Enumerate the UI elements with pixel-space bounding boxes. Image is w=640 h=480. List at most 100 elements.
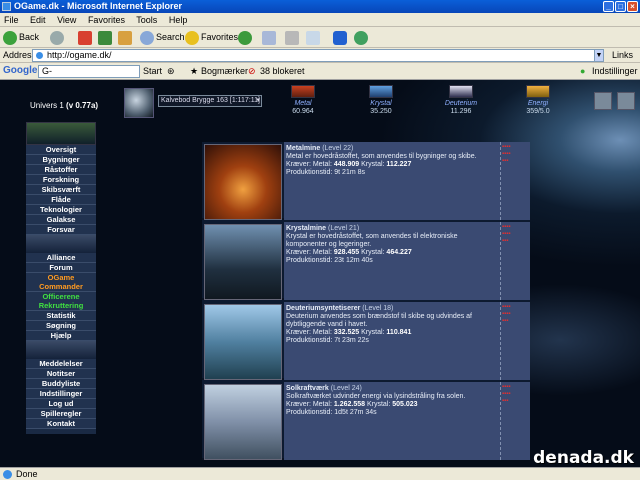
menu-item-ogame-commander[interactable]: OGame Commander: [26, 273, 96, 292]
search-button[interactable]: Search: [140, 29, 185, 46]
address-dropdown-button[interactable]: ▼: [594, 49, 604, 62]
menu-item-spilleregler[interactable]: Spilleregler: [26, 409, 96, 419]
krystalmine-image[interactable]: [204, 224, 282, 300]
print-button[interactable]: [285, 29, 301, 46]
messenger-button[interactable]: [354, 29, 370, 46]
menu-item-kontakt[interactable]: Kontakt: [26, 419, 96, 429]
bookmarks-button[interactable]: Bogmærker: [201, 66, 248, 76]
building-info: Krystalmine (Level 21) Krystal er hovedr…: [284, 222, 500, 300]
maximize-button[interactable]: □: [615, 1, 626, 12]
ie-icon: [2, 2, 11, 11]
popup-blocked-icon: ⊘: [248, 66, 256, 76]
universe-label: Univers 1 (v 0.77a): [30, 101, 99, 110]
building-name[interactable]: Krystalmine: [286, 225, 326, 232]
building-name[interactable]: Metalmine: [286, 145, 320, 152]
menu-item-teknologier[interactable]: Teknologier: [26, 205, 96, 215]
menu-item-meddelelser[interactable]: Meddelelser: [26, 359, 96, 369]
menu-item-log-ud[interactable]: Log ud: [26, 399, 96, 409]
menu-item-bygninger[interactable]: Bygninger: [26, 155, 96, 165]
menu-item-skibsværft[interactable]: Skibsværft: [26, 185, 96, 195]
forward-button[interactable]: [50, 29, 66, 46]
window-title: OGame.dk - Microsoft Internet Explorer: [14, 1, 183, 11]
google-start-button[interactable]: Start: [143, 66, 162, 76]
menu-favorites[interactable]: Favorites: [88, 15, 125, 25]
mail-button[interactable]: [262, 29, 278, 46]
deuterium-icon: [449, 85, 473, 98]
menu-file[interactable]: File: [4, 15, 19, 25]
google-search-icon[interactable]: ⊛: [167, 66, 175, 77]
building-row: Krystalmine (Level 21) Krystal er hovedr…: [202, 222, 530, 300]
refresh-icon: [98, 30, 112, 45]
left-menu: Oversigt Bygninger Råstoffer Forskning Skibs…: [26, 122, 96, 434]
menu-item-hjælp[interactable]: Hjælp: [26, 331, 96, 341]
menu-banner: [26, 122, 96, 145]
messenger-icon: [354, 30, 368, 45]
menu-item-forskning[interactable]: Forskning: [26, 175, 96, 185]
status-text: Done: [16, 469, 38, 479]
metalmine-image[interactable]: [204, 144, 282, 220]
watermark: denada.dk: [533, 448, 634, 468]
building-name[interactable]: Deuteriumsyntetiserer: [286, 305, 360, 312]
google-settings-button[interactable]: Indstillinger: [592, 66, 638, 76]
address-input[interactable]: http://ogame.dk/: [32, 49, 604, 62]
edit-icon: [306, 30, 320, 45]
menu-bar: File Edit View Favorites Tools Help: [0, 13, 640, 27]
build-action-link[interactable]: ▪▪▪▪ ▪▪▪▪ ▪▪▪: [500, 142, 530, 220]
bluetooth-icon: [333, 30, 347, 45]
mail-icon: [262, 30, 276, 45]
favorites-button[interactable]: Favorites: [185, 29, 238, 46]
title-bar: OGame.dk - Microsoft Internet Explorer _…: [0, 0, 640, 13]
menu-item-galakse[interactable]: Galakse: [26, 215, 96, 225]
deuterium-synth-image[interactable]: [204, 304, 282, 380]
menu-item-statistik[interactable]: Statistik: [26, 311, 96, 321]
menu-item-notitser[interactable]: Notitser: [26, 369, 96, 379]
edit-button[interactable]: [306, 29, 322, 46]
menu-edit[interactable]: Edit: [30, 15, 46, 25]
menu-item-søgning[interactable]: Søgning: [26, 321, 96, 331]
popup-blocked-count[interactable]: 38 blokeret: [260, 66, 305, 76]
menu-item-forsvar[interactable]: Forsvar: [26, 225, 96, 235]
menu-tools[interactable]: Tools: [136, 15, 157, 25]
toolbar: Back Search Favorites: [0, 27, 640, 48]
google-toolbar: Google G- Start ⊛ ★ Bogmærker ⊘ 38 bloke…: [0, 63, 640, 80]
menu-item-forum[interactable]: Forum: [26, 263, 96, 273]
build-action-link[interactable]: ▪▪▪▪ ▪▪▪▪ ▪▪▪: [500, 382, 530, 460]
build-action-link[interactable]: ▪▪▪▪ ▪▪▪▪ ▪▪▪: [500, 302, 530, 380]
resource-deuterium: Deuterium 11.296: [431, 85, 491, 115]
officer-icon[interactable]: [617, 92, 635, 110]
building-info: Solkraftværk (Level 24) Solkraftværket u…: [284, 382, 500, 460]
menu-item-indstillinger[interactable]: Indstillinger: [26, 389, 96, 399]
status-bar: Done: [0, 467, 640, 480]
history-button[interactable]: [238, 29, 254, 46]
menu-item-officerene-rekruttering[interactable]: Officerene Rekruttering: [26, 292, 96, 311]
solar-plant-image[interactable]: [204, 384, 282, 460]
close-button[interactable]: ×: [627, 1, 638, 12]
history-icon: [238, 30, 252, 45]
menu-item-buddyliste[interactable]: Buddyliste: [26, 379, 96, 389]
google-search-input[interactable]: G-: [38, 65, 140, 78]
links-button[interactable]: Links: [612, 50, 633, 60]
energy-icon: [526, 85, 550, 98]
stop-button[interactable]: [78, 29, 94, 46]
refresh-button[interactable]: [98, 29, 114, 46]
build-action-link[interactable]: ▪▪▪▪ ▪▪▪▪ ▪▪▪: [500, 222, 530, 300]
menu-help[interactable]: Help: [169, 15, 188, 25]
page-icon: [3, 470, 12, 479]
minimize-button[interactable]: _: [603, 1, 614, 12]
building-name[interactable]: Solkraftværk: [286, 385, 329, 392]
menu-item-råstoffer[interactable]: Råstoffer: [26, 165, 96, 175]
settings-icon: ●: [580, 66, 586, 76]
menu-view[interactable]: View: [57, 15, 76, 25]
search-icon: [140, 30, 154, 45]
planet-image[interactable]: [124, 88, 154, 118]
menu-item-oversigt[interactable]: Oversigt: [26, 145, 96, 155]
planet-select[interactable]: Kalvebod Brygge 163 [1:117:11]: [158, 95, 262, 107]
bluetooth-button[interactable]: [333, 29, 349, 46]
back-button[interactable]: Back: [3, 29, 39, 46]
building-info: Metalmine (Level 22) Metal er hovedråsto…: [284, 142, 500, 220]
commander-icon[interactable]: [594, 92, 612, 110]
menu-item-alliance[interactable]: Alliance: [26, 253, 96, 263]
resource-metal: Metal 60.964: [273, 85, 333, 115]
menu-item-flåde[interactable]: Flåde: [26, 195, 96, 205]
home-button[interactable]: [118, 29, 134, 46]
